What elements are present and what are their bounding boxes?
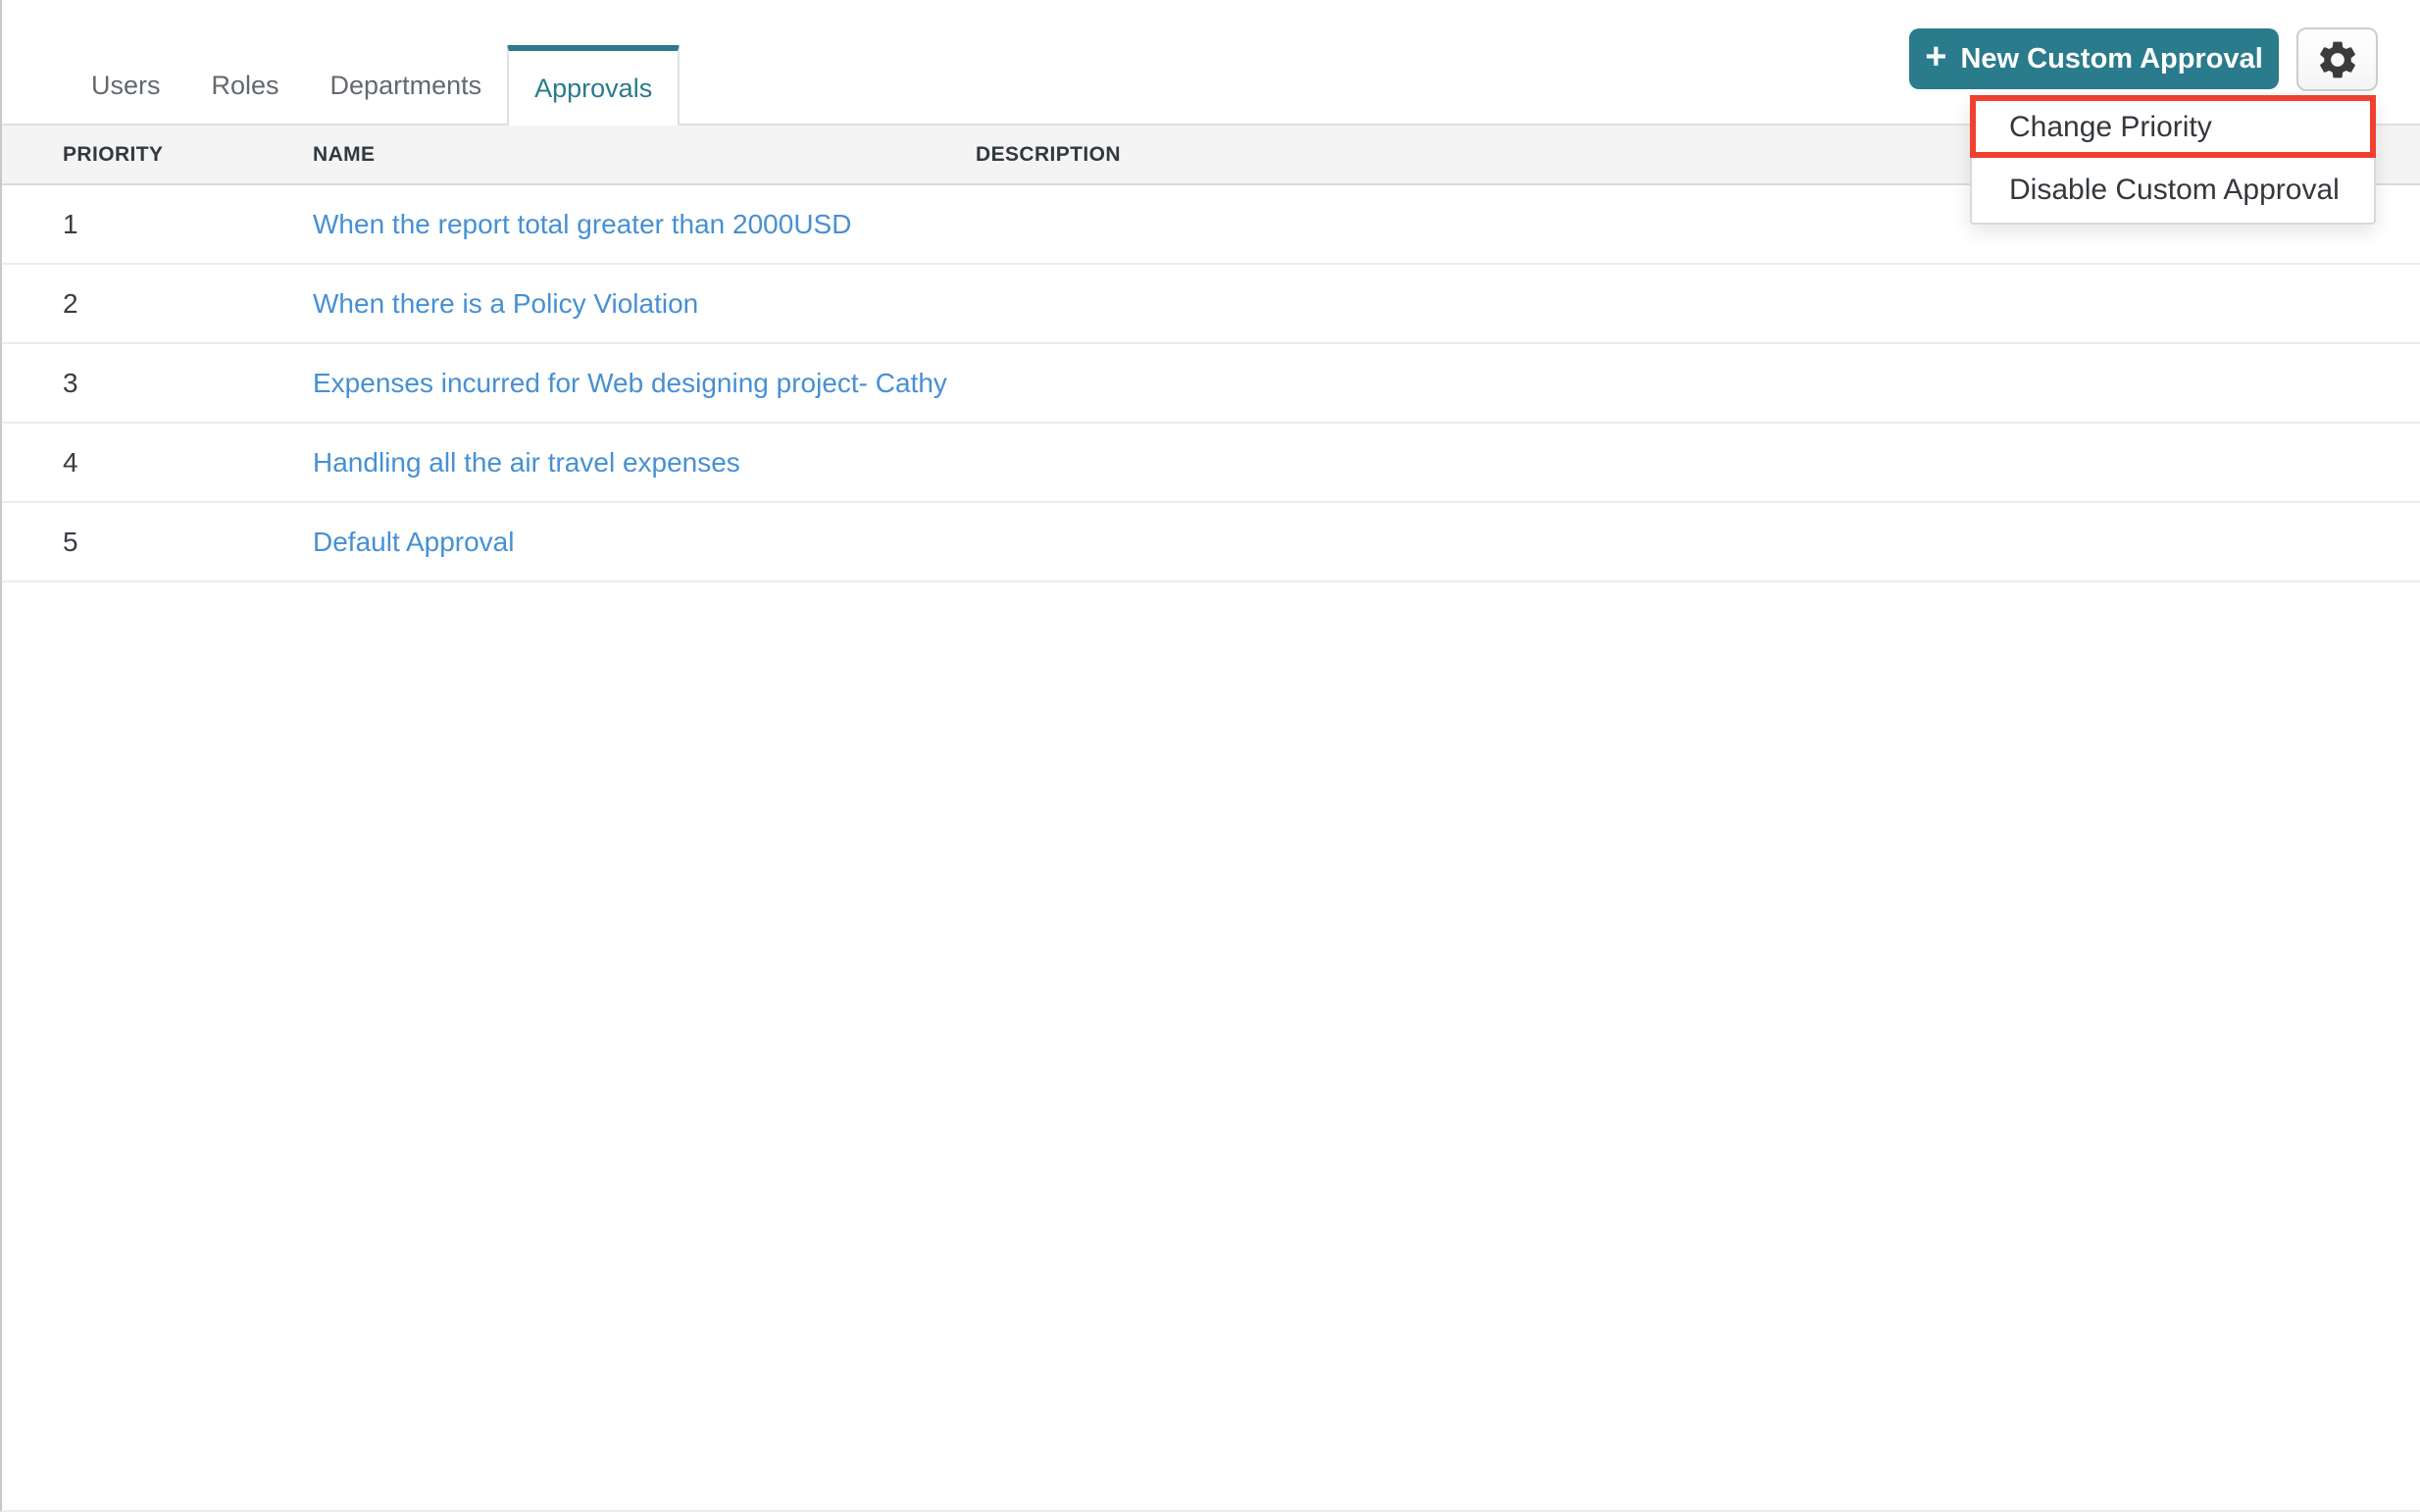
tab-departments[interactable]: Departments <box>305 47 508 124</box>
priority-cell: 1 <box>2 184 313 265</box>
gear-icon <box>2315 37 2360 82</box>
description-cell <box>976 343 2420 424</box>
description-cell <box>976 502 2420 582</box>
tab-roles-label: Roles <box>211 70 279 100</box>
tab-users-label: Users <box>91 70 161 100</box>
column-header-name: NAME <box>313 126 976 185</box>
priority-cell: 5 <box>2 502 313 582</box>
priority-cell: 4 <box>2 423 313 503</box>
table-row: 4 Handling all the air travel expenses <box>2 423 2420 503</box>
approval-name-link[interactable]: When there is a Policy Violation <box>313 288 698 319</box>
new-custom-approval-label: New Custom Approval <box>1960 42 2263 75</box>
approval-name-link[interactable]: When the report total greater than 2000U… <box>313 209 851 239</box>
menu-item-disable-custom-approval[interactable]: Disable Custom Approval <box>1972 158 2374 223</box>
settings-dropdown-menu: Change Priority Disable Custom Approval <box>1970 95 2376 225</box>
menu-item-change-priority-label: Change Priority <box>2009 111 2212 143</box>
priority-cell: 3 <box>2 343 313 424</box>
menu-item-disable-custom-approval-label: Disable Custom Approval <box>2009 174 2340 206</box>
column-header-priority: PRIORITY <box>2 126 313 185</box>
new-custom-approval-button[interactable]: + New Custom Approval <box>1909 28 2279 89</box>
settings-approvals-page: Users Roles Departments Approvals PRIORI… <box>0 0 2420 1512</box>
description-cell <box>976 264 2420 344</box>
approval-name-link[interactable]: Default Approval <box>313 527 514 557</box>
table-row: 5 Default Approval <box>2 502 2420 582</box>
table-row: 2 When there is a Policy Violation <box>2 264 2420 344</box>
description-cell <box>976 423 2420 503</box>
tab-departments-label: Departments <box>329 70 482 100</box>
priority-cell: 2 <box>2 264 313 344</box>
tab-roles[interactable]: Roles <box>186 47 305 124</box>
tab-users[interactable]: Users <box>66 47 186 124</box>
approval-name-link[interactable]: Expenses incurred for Web designing proj… <box>313 368 947 398</box>
menu-item-change-priority[interactable]: Change Priority <box>1970 95 2376 158</box>
settings-button[interactable] <box>2296 27 2378 91</box>
approval-name-link[interactable]: Handling all the air travel expenses <box>313 447 740 478</box>
table-row: 3 Expenses incurred for Web designing pr… <box>2 343 2420 424</box>
tab-approvals-label: Approvals <box>534 73 653 103</box>
plus-icon: + <box>1925 36 1947 77</box>
tab-approvals[interactable]: Approvals <box>507 45 681 126</box>
